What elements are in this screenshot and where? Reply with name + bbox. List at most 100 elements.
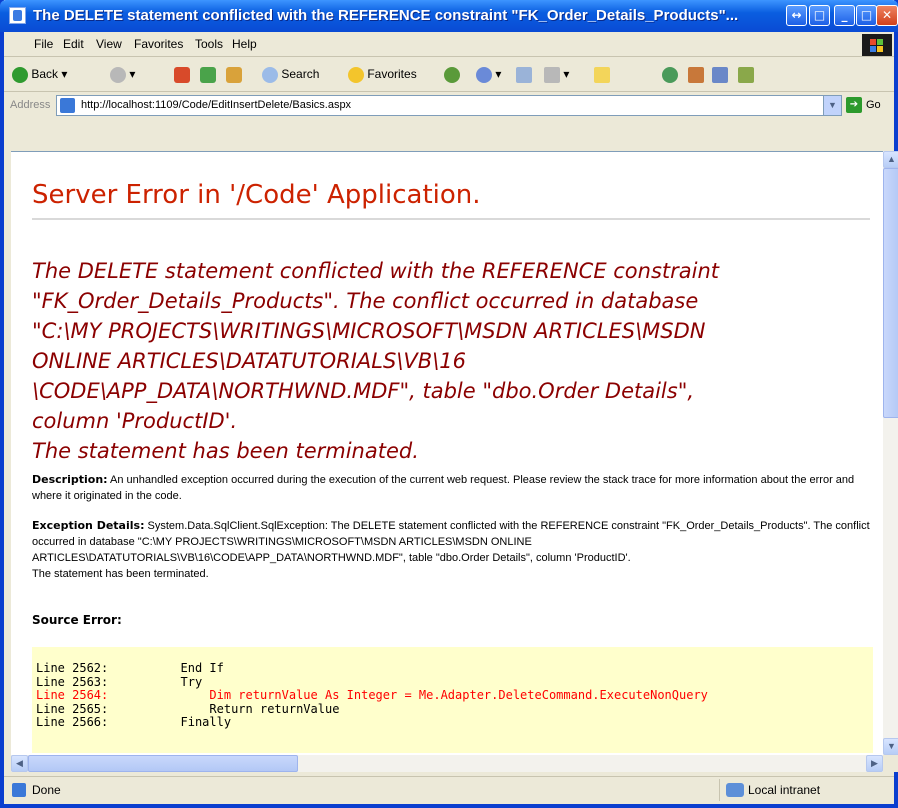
- extra-button[interactable]: [738, 65, 754, 83]
- error-line: The DELETE statement conflicted with the…: [32, 259, 720, 283]
- divider: [32, 218, 870, 220]
- windows-logo-icon: [862, 34, 892, 56]
- favorites-button[interactable]: Favorites: [348, 65, 417, 83]
- status-bar: Done Local intranet: [4, 776, 894, 805]
- vertical-scroll-thumb[interactable]: [883, 168, 898, 418]
- address-input[interactable]: http://localhost:1109/Code/EditInsertDel…: [56, 95, 842, 116]
- code-line: Line 2566: Finally: [36, 715, 232, 729]
- error-line: \CODE\APP_DATA\NORTHWND.MDF", table "dbo…: [32, 379, 695, 403]
- source-error-label: Source Error:: [32, 613, 122, 627]
- page-done-icon: [12, 783, 26, 797]
- tools-button[interactable]: [712, 65, 728, 83]
- home-button[interactable]: [226, 65, 242, 83]
- forward-button[interactable]: ▾: [110, 65, 135, 83]
- error-line: "C:\MY PROJECTS\WRITINGS\MICROSOFT\MSDN …: [32, 319, 706, 343]
- history-button[interactable]: ▾: [476, 65, 501, 83]
- go-button[interactable]: Go: [866, 99, 881, 111]
- vertical-scrollbar[interactable]: ▲ ▼: [883, 151, 898, 755]
- folder-icon: [594, 66, 610, 83]
- minimize-button[interactable]: _: [834, 5, 855, 26]
- tools-icon: [712, 66, 728, 83]
- standard-toolbar: Back ▾ ▾ Search Favorites ▾ ▾: [4, 57, 894, 92]
- horizontal-scrollbar[interactable]: ◀ ▶: [11, 755, 883, 772]
- scroll-down-icon[interactable]: ▼: [883, 738, 898, 755]
- extra-window-icon[interactable]: ↔: [786, 5, 807, 26]
- favorites-label: Favorites: [367, 67, 417, 81]
- media-icon: [444, 66, 460, 83]
- address-url: http://localhost:1109/Code/EditInsertDel…: [81, 99, 352, 111]
- back-arrow-icon: [12, 66, 28, 83]
- restore-tile-icon[interactable]: □: [809, 5, 830, 26]
- menu-file[interactable]: File: [34, 37, 53, 51]
- horizontal-scroll-thumb[interactable]: [28, 755, 298, 772]
- description-label: Description:: [32, 473, 108, 486]
- error-message: The DELETE statement conflicted with the…: [32, 256, 852, 466]
- research-icon: [688, 66, 704, 83]
- ie-page-icon: [9, 7, 26, 24]
- description-text: An unhandled exception occurred during t…: [32, 474, 855, 502]
- close-button[interactable]: ✕: [876, 5, 898, 26]
- go-arrow-icon[interactable]: ➔: [846, 97, 862, 113]
- scroll-left-icon[interactable]: ◀: [11, 755, 28, 772]
- page-heading: Server Error in '/Code' Application.: [32, 180, 481, 210]
- page-icon: [60, 98, 75, 113]
- address-label: Address: [10, 99, 51, 111]
- menu-tools[interactable]: Tools: [195, 37, 223, 51]
- home-icon: [226, 66, 242, 83]
- window-title: The DELETE statement conflicted with the…: [33, 7, 739, 24]
- menu-view[interactable]: View: [96, 37, 122, 51]
- code-line: Line 2565: Return returnValue: [36, 701, 340, 716]
- menu-edit[interactable]: Edit: [63, 37, 84, 51]
- error-line: The statement has been terminated.: [32, 439, 419, 463]
- back-button[interactable]: Back ▾: [12, 65, 67, 83]
- search-label: Search: [281, 67, 320, 81]
- error-line: "FK_Order_Details_Products". The conflic…: [32, 289, 699, 313]
- menu-favorites[interactable]: Favorites: [134, 37, 183, 51]
- address-dropdown-icon[interactable]: ▼: [823, 96, 841, 115]
- messenger-icon: [662, 66, 678, 83]
- error-line: column 'ProductID'.: [32, 409, 238, 433]
- maximize-button[interactable]: □: [856, 5, 877, 26]
- code-line-error: Line 2564: Dim returnValue As Integer = …: [36, 688, 708, 702]
- forward-arrow-icon: [110, 66, 126, 83]
- error-line: ONLINE ARTICLES\DATATUTORIALS\VB\16: [32, 349, 466, 373]
- search-icon: [262, 66, 278, 83]
- browser-window: The DELETE statement conflicted with the…: [0, 0, 898, 808]
- page-content[interactable]: Server Error in '/Code' Application. The…: [11, 151, 883, 756]
- back-label: Back: [31, 67, 59, 81]
- print-icon: [544, 66, 560, 83]
- scroll-up-icon[interactable]: ▲: [883, 151, 898, 168]
- menu-help[interactable]: Help: [232, 37, 257, 51]
- scroll-right-icon[interactable]: ▶: [866, 755, 883, 772]
- search-button[interactable]: Search: [262, 65, 319, 83]
- source-code-block: Line 2562: End If Line 2563: Try Line 25…: [32, 647, 873, 753]
- exception-text-2: The statement has been terminated.: [32, 568, 209, 580]
- research-button[interactable]: [688, 65, 704, 83]
- description: Description: An unhandled exception occu…: [32, 472, 872, 504]
- title-bar[interactable]: The DELETE statement conflicted with the…: [0, 0, 898, 32]
- code-line: Line 2563: Try: [36, 674, 203, 689]
- exception-text: System.Data.SqlClient.SqlException: The …: [32, 520, 870, 564]
- favorites-star-icon: [348, 66, 364, 83]
- refresh-button[interactable]: [200, 65, 216, 83]
- address-bar: Address http://localhost:1109/Code/EditI…: [4, 92, 894, 120]
- stop-button[interactable]: [174, 65, 190, 83]
- menu-bar: File Edit View Favorites Tools Help: [4, 32, 894, 57]
- history-icon: [476, 66, 492, 83]
- scrollbar-corner: [883, 755, 898, 772]
- mail-button[interactable]: [516, 65, 532, 83]
- grid-icon: [738, 66, 754, 83]
- edit-button[interactable]: [594, 65, 610, 83]
- media-button[interactable]: [444, 65, 460, 83]
- status-text: Done: [32, 783, 61, 797]
- refresh-icon: [200, 66, 216, 83]
- mail-icon: [516, 66, 532, 83]
- code-line: Line 2562: End If: [36, 661, 224, 675]
- zone-label: Local intranet: [748, 783, 821, 797]
- messenger-button[interactable]: [662, 65, 678, 83]
- exception-details: Exception Details: System.Data.SqlClient…: [32, 518, 872, 582]
- stop-icon: [174, 66, 190, 83]
- local-intranet-icon: [726, 783, 744, 797]
- security-zone[interactable]: Local intranet: [719, 779, 890, 801]
- print-button[interactable]: ▾: [544, 65, 569, 83]
